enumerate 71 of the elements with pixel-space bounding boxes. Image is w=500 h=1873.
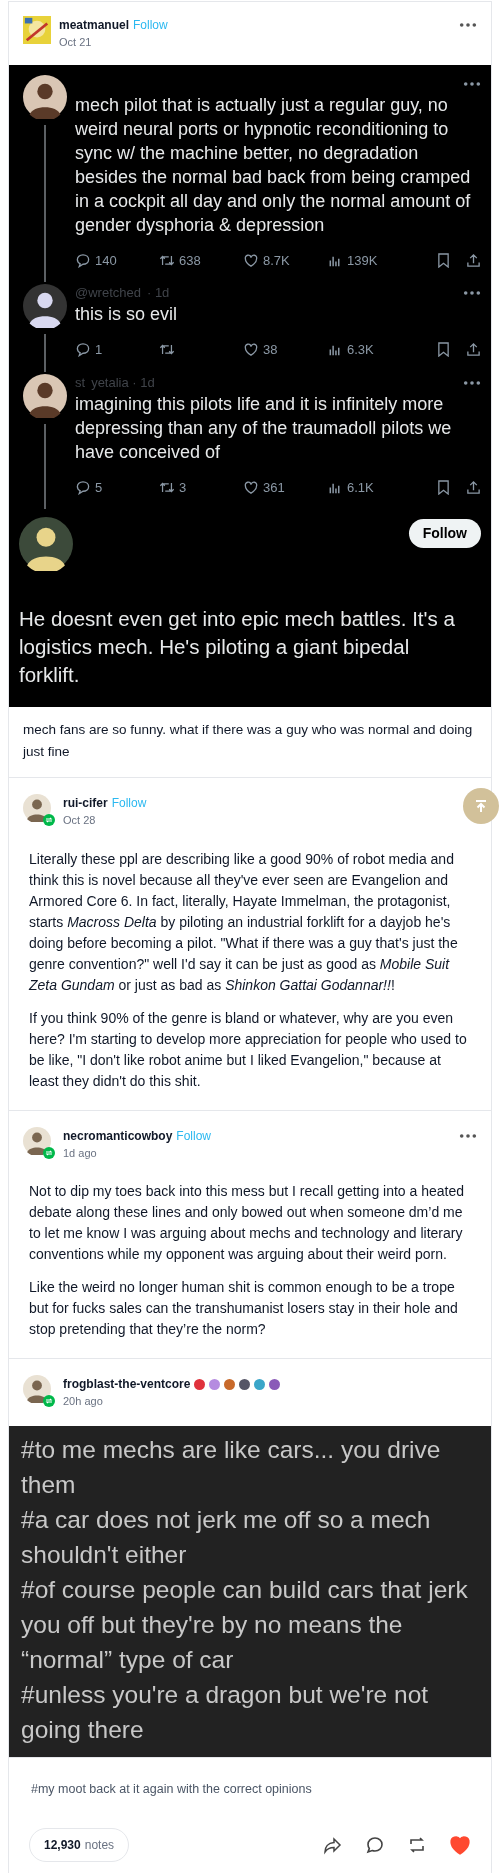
- more-icon: [463, 290, 481, 296]
- username[interactable]: necromanticowboy: [63, 1126, 173, 1145]
- comment-icon: [365, 1835, 385, 1856]
- tag-text: #of course people can build cars that jerk you off but they're by no means the “normal” type of car: [21, 1574, 469, 1675]
- arrow-up-icon: [474, 799, 488, 813]
- paragraph: Literally these ppl are describing like a good 90% of robot media and think this is novel because all they've ever seen are Evangelion and Armored Core 6. In fact, literally, Hayate Immelman, the protagonist, starts Macross Delta by piloting an industrial forklift for a dayjob he's doing before becoming a pilot. "What if there was a guy that's just the genre convention?" well I'd say it can be just as good as Mobile Suit Zeta Gundam or just as bad as Shinkon Gattai Godannar!!!: [29, 849, 459, 995]
- post-date: 1d ago: [63, 1145, 98, 1161]
- avatar: [23, 284, 67, 328]
- post-caption: mech fans are so funny. what if there was a guy who was normal and doing just fine: [9, 707, 491, 778]
- tweet-meta: · 1d: [146, 284, 170, 303]
- avatar: [23, 16, 51, 44]
- tweet-meta: yetalia · 1d: [91, 373, 155, 392]
- stat-count: 361: [263, 478, 285, 497]
- stat-count: 5: [95, 478, 103, 497]
- username[interactable]: rui-cifer: [63, 794, 108, 812]
- tweet-text: this is so evil: [75, 303, 179, 326]
- stat-count: 3: [179, 478, 187, 497]
- tweet-text: imagining this pilots life and it is infinitely more depressing than any of the traumadoll pilots we have conceived of: [75, 392, 453, 464]
- notes-count: 12,930: [44, 1837, 81, 1855]
- post-date: Oct 21: [59, 35, 93, 50]
- username[interactable]: frogblast-the-ventcore: [63, 1375, 191, 1393]
- tag-text: #a car does not jerk me off so a mech shouldn't either: [21, 1504, 432, 1570]
- avatar: [23, 1126, 51, 1155]
- tweet-text: He doesnt even get into epic mech battles. It's a logistics mech. He's piloting a giant bipedal forklift.: [19, 606, 456, 688]
- stat-count: 6.3K: [347, 341, 374, 359]
- bookmark-icon: [437, 252, 450, 268]
- stat-count: 139K: [347, 251, 378, 270]
- more-icon: [463, 80, 481, 87]
- share-icon: [323, 1835, 343, 1856]
- post-date: Oct 28: [63, 813, 97, 828]
- reblog-badge-icon: [43, 814, 55, 826]
- post-tag[interactable]: #my moot back at it again with the correct opinions: [9, 1757, 491, 1829]
- share-icon: [466, 252, 481, 268]
- more-icon: [459, 22, 477, 28]
- reblog-badge-icon: [43, 1395, 55, 1407]
- stat-count: 1: [95, 341, 103, 359]
- share-icon: [466, 479, 481, 495]
- reply-icon: [75, 342, 91, 358]
- username[interactable]: meatmanuel: [59, 16, 130, 34]
- bookmark-icon: [437, 479, 450, 495]
- heart-icon: [243, 342, 259, 358]
- stat-count: 6.1K: [347, 478, 374, 497]
- stat-count: 140: [95, 251, 117, 270]
- avatar: [23, 794, 51, 822]
- avatar: [23, 74, 67, 119]
- avatar: [23, 1375, 51, 1403]
- stat-count: 38: [263, 341, 278, 359]
- bookmark-icon: [437, 342, 450, 358]
- scroll-top-button[interactable]: [463, 788, 499, 824]
- paragraph: Not to dip my toes back into this mess but I recall getting into a heated debate along these lines and only bowed out when someone dm’d me to let me know I was arguing about mechs and technology and literary conventions while my opponent was arguing about their weird porn.: [29, 1182, 465, 1264]
- stat-count: 8.7K: [263, 251, 290, 270]
- tweet-text: mech pilot that is actually just a regular guy, no weird neural ports or hypnotic reconditioning to sync w/ the machine better, no degradation besides the normal bad back from being cramped in a cockpit all day and only the normal amount of gender dysphoria & depression: [75, 93, 472, 237]
- tweet-meta: @wretched: [75, 284, 141, 303]
- reblog-badge-icon: [43, 1146, 55, 1159]
- reply-icon: [75, 252, 91, 268]
- reply-icon: [75, 479, 91, 495]
- heart-icon: [243, 479, 259, 495]
- post-date: 20h ago: [63, 1394, 104, 1409]
- tag-text: #to me mechs are like cars... you drive them: [21, 1434, 442, 1500]
- more-icon: [463, 379, 481, 386]
- heart-icon: [243, 252, 259, 268]
- follow-button[interactable]: Follow: [408, 519, 481, 548]
- tweet-meta: st: [75, 373, 86, 392]
- avatar: [23, 373, 67, 418]
- avatar: [19, 517, 73, 571]
- tag-text: #unless you're a dragon but we're not going there: [21, 1679, 430, 1745]
- share-icon: [466, 342, 481, 358]
- notes-label: notes: [84, 1837, 115, 1855]
- stat-count: 638: [179, 251, 201, 270]
- paragraph: If you think 90% of the genre is bland or whatever, why are you even here? I'm starting to develop more appreciation for people who used to be like, "I don't like robot anime but I liked Evangelion," because at least they didn't do this shit.: [29, 1008, 468, 1091]
- paragraph: Like the weird no longer human shit is common enough to be a trope but for fucks sales can the transhumanist losers stay in their hole and stop pretending that they’re the norm?: [29, 1278, 459, 1339]
